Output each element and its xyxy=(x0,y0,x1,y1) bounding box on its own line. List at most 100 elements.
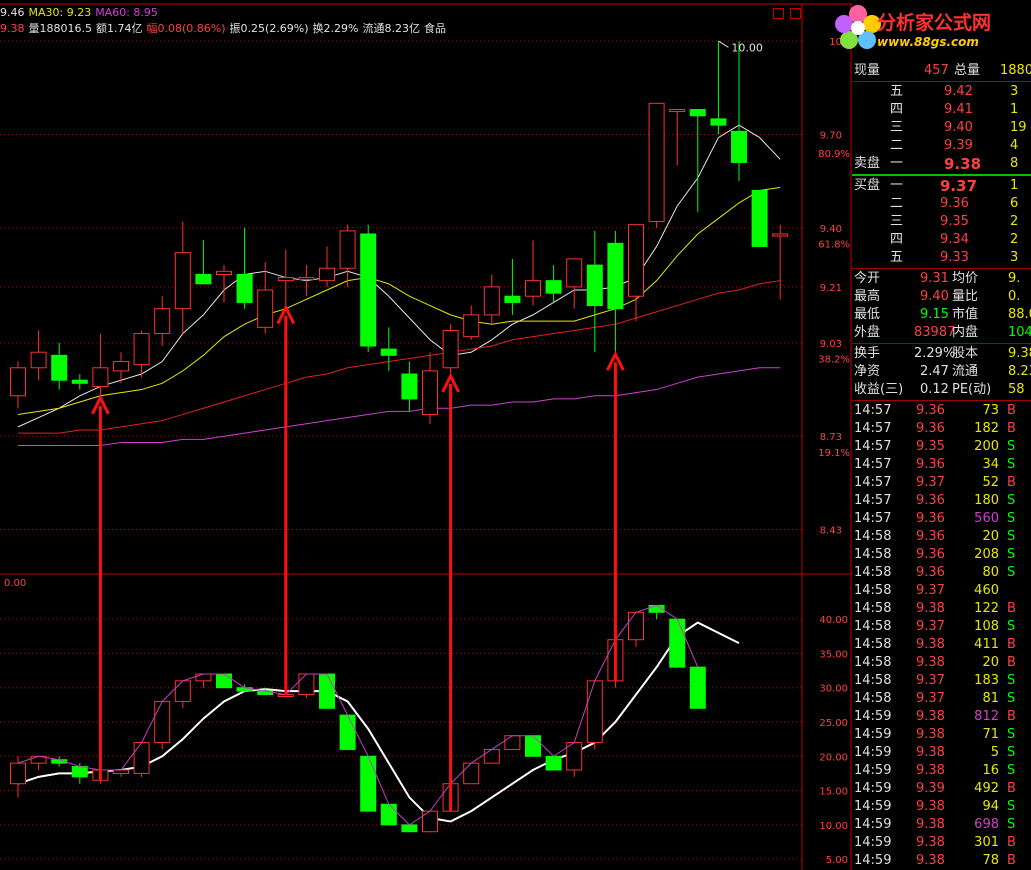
stat-value: 9. xyxy=(1008,271,1021,286)
indicator-tick-label: 10.00 xyxy=(819,821,848,832)
tick-price: 9.38 xyxy=(916,853,945,868)
side-label: 卖盘 xyxy=(854,156,881,171)
ask-price: 9.39 xyxy=(944,138,973,153)
tick-price: 9.36 xyxy=(916,457,945,472)
stat-value: 9.38 xyxy=(1008,346,1031,361)
price-tick-label: 9.03 xyxy=(820,339,842,350)
tick-time: 14:58 xyxy=(854,583,892,598)
stat-label: 市值 xyxy=(952,307,979,322)
price-tick-label: 8.73 xyxy=(820,432,842,443)
level-label: 二 xyxy=(890,138,904,153)
stat-label: 股本 xyxy=(952,346,979,361)
price-candle xyxy=(113,361,129,372)
separator xyxy=(852,343,1031,344)
price-candle xyxy=(751,189,768,247)
tick-volume: 560 xyxy=(974,511,999,526)
tick-row: 14:58 9.36 80 S xyxy=(852,564,1031,582)
tick-time: 14:57 xyxy=(854,439,892,454)
indicator-candle xyxy=(113,769,129,774)
tick-side: S xyxy=(1007,619,1016,634)
tick-row: 14:59 9.38 812 B xyxy=(852,708,1031,726)
tick-volume: 16 xyxy=(982,763,999,778)
indicator-candle xyxy=(133,742,150,774)
tick-volume: 94 xyxy=(982,799,999,814)
tick-time: 14:57 xyxy=(854,475,892,490)
indicator-line xyxy=(17,621,740,823)
tick-volume: 122 xyxy=(974,601,999,616)
stat-row: 净资 2.47流通 8.23 xyxy=(852,363,1031,381)
tick-price: 9.38 xyxy=(916,601,945,616)
tick-row: 14:59 9.38 78 B xyxy=(852,852,1031,870)
stat-label: PE(动) xyxy=(952,382,992,397)
tick-price: 9.37 xyxy=(916,619,945,634)
tick-volume: 460 xyxy=(974,583,999,598)
tick-row: 14:59 9.38 16 S xyxy=(852,762,1031,780)
header-item: MA30: 9.23 xyxy=(28,6,92,19)
ask-volume: 3 xyxy=(1010,84,1019,99)
tick-price: 9.39 xyxy=(916,781,945,796)
price-tick-label: 9.70 xyxy=(820,130,842,141)
stat-value: 1040 xyxy=(1008,325,1031,340)
stat-label: 换手 xyxy=(854,346,881,361)
percent-label: 80.9% xyxy=(818,149,850,160)
price-candle xyxy=(442,329,459,369)
tick-time: 14:59 xyxy=(854,853,892,868)
tick-volume: 200 xyxy=(974,439,999,454)
price-candle xyxy=(463,314,480,338)
tick-side: S xyxy=(1007,439,1016,454)
indicator-candle xyxy=(174,680,191,702)
tick-volume: 5 xyxy=(990,745,999,760)
stock-chart[interactable]: 109.709.409.219.038.738.4380.9%61.8%38.2… xyxy=(0,0,852,870)
price-candle xyxy=(71,379,88,384)
restore-button[interactable] xyxy=(773,8,784,19)
tick-side: S xyxy=(1007,691,1016,706)
logo-url: www.88gs.com xyxy=(877,35,979,49)
tick-row: 14:57 9.36 34 S xyxy=(852,456,1031,474)
tick-time: 14:57 xyxy=(854,421,892,436)
tick-side: S xyxy=(1007,673,1016,688)
level-label: 三 xyxy=(890,120,904,135)
tick-time: 14:58 xyxy=(854,601,892,616)
tick-price: 9.37 xyxy=(916,691,945,706)
ma-readout: 9.46 MA30: 9.23 MA60: 8.95 xyxy=(0,6,162,20)
price-candle xyxy=(648,102,665,223)
separator xyxy=(852,268,1031,269)
stat-label: 最高 xyxy=(854,289,881,304)
price-candle xyxy=(216,270,232,275)
bid-price: 9.36 xyxy=(940,196,969,211)
tick-price: 9.38 xyxy=(916,637,945,652)
tick-time: 14:58 xyxy=(854,619,892,634)
peak-leader xyxy=(718,40,729,48)
stat-row: 外盘 83987内盘 1040 xyxy=(852,324,1031,342)
separator xyxy=(852,400,1031,401)
price-tick-label: 9.40 xyxy=(820,224,842,235)
price-candle xyxy=(319,267,335,282)
stat-value: 0. xyxy=(1008,289,1021,304)
indicator-candle xyxy=(71,766,88,778)
price-candle xyxy=(195,273,212,285)
stat-label: 最低 xyxy=(854,307,881,322)
stat-label: 净资 xyxy=(854,364,881,379)
tick-side: S xyxy=(1007,727,1016,742)
tick-time: 14:58 xyxy=(854,691,892,706)
tick-side: S xyxy=(1007,457,1016,472)
bid-price: 9.35 xyxy=(940,214,969,229)
ask-row: 二 9.39 4 xyxy=(852,137,1031,155)
indicator-tick-label: 30.00 xyxy=(819,684,848,695)
close-button[interactable] xyxy=(790,8,801,19)
tick-time: 14:58 xyxy=(854,655,892,670)
value: 457 xyxy=(924,63,949,78)
tick-side: S xyxy=(1007,817,1016,832)
tick-volume: 812 xyxy=(974,709,999,724)
indicator-tick-label: 5.00 xyxy=(826,855,848,866)
label: 现量 xyxy=(854,63,881,78)
tick-row: 14:58 9.38 20 B xyxy=(852,654,1031,672)
header-item: 9.38 xyxy=(0,22,25,35)
tick-row: 14:59 9.38 71 S xyxy=(852,726,1031,744)
stat-row: 最高 9.40 量比 0. xyxy=(852,288,1031,306)
stat-label: 内盘 xyxy=(952,325,979,340)
level-label: 二 xyxy=(890,196,904,211)
price-candle xyxy=(277,277,294,282)
indicator-candle xyxy=(401,824,418,833)
tick-row: 14:57 9.37 52 B xyxy=(852,474,1031,492)
